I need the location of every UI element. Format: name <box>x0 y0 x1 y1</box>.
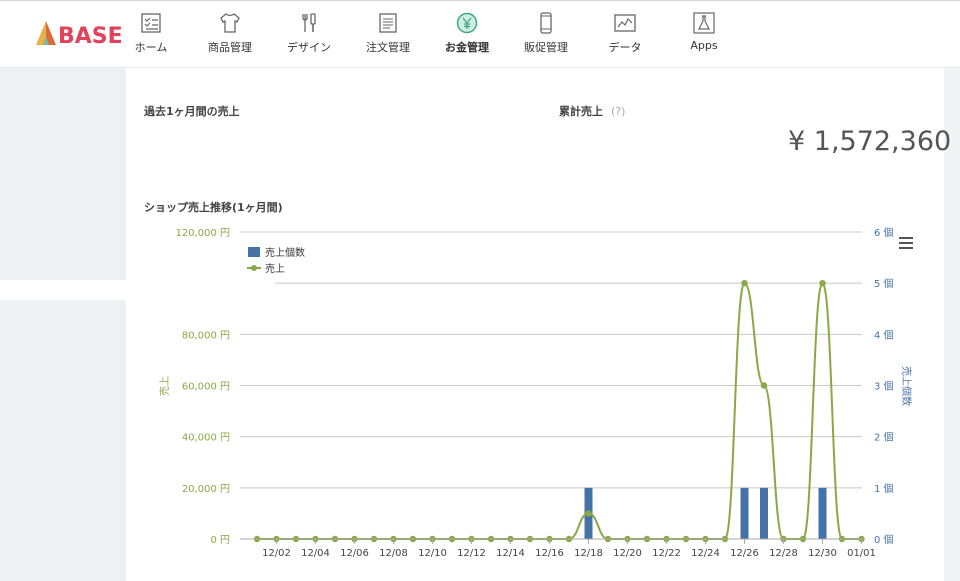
yen-coin-icon <box>456 12 478 34</box>
nav-home-label: ホーム <box>134 41 168 54</box>
nav-items[interactable]: 商品管理 <box>192 12 268 62</box>
phone-icon <box>540 12 552 34</box>
nav-items-label: 商品管理 <box>208 41 252 54</box>
total-sales-title: 累計売上 <box>559 105 603 118</box>
nav-apps[interactable]: Apps <box>666 12 742 62</box>
chart-title: ショップ売上推移(1ヶ月間) <box>144 201 283 214</box>
line-chart-icon <box>614 14 636 32</box>
total-sales-heading: 累計売上 (?) <box>559 103 625 119</box>
nav-home[interactable]: ホーム <box>113 12 189 62</box>
checklist-icon <box>141 13 161 33</box>
top-navigation: BASE ホーム 商品管理 デザイン 注文管理 お金管理 販促管理 データ Ap… <box>0 0 960 68</box>
tent-icon <box>36 21 56 45</box>
nav-orders-label: 注文管理 <box>366 41 410 54</box>
help-link[interactable]: (?) <box>611 105 625 118</box>
nav-design-label: デザイン <box>287 41 331 54</box>
flask-icon <box>693 12 715 34</box>
document-icon <box>379 13 397 33</box>
tshirt-icon <box>220 13 240 33</box>
nav-promotion-label: 販促管理 <box>524 41 568 54</box>
chart-menu-icon[interactable] <box>899 237 913 249</box>
nav-design[interactable]: デザイン <box>271 12 347 62</box>
nav-data-label: データ <box>608 41 642 54</box>
nav-data[interactable]: データ <box>587 12 663 62</box>
monthly-sales-title: 過去1ヶ月間の売上 <box>144 105 240 118</box>
nav-money[interactable]: お金管理 <box>429 12 505 62</box>
sidebar-gap <box>0 280 126 300</box>
nav-promotion[interactable]: 販促管理 <box>508 12 584 62</box>
total-sales-value: ¥ 1,572,360 <box>788 126 952 157</box>
sidebar-lower <box>0 300 126 581</box>
nav-apps-label: Apps <box>690 39 718 52</box>
nav-money-label: お金管理 <box>445 41 489 54</box>
tools-icon <box>302 13 316 32</box>
nav-orders[interactable]: 注文管理 <box>350 12 426 62</box>
sidebar <box>0 68 126 280</box>
